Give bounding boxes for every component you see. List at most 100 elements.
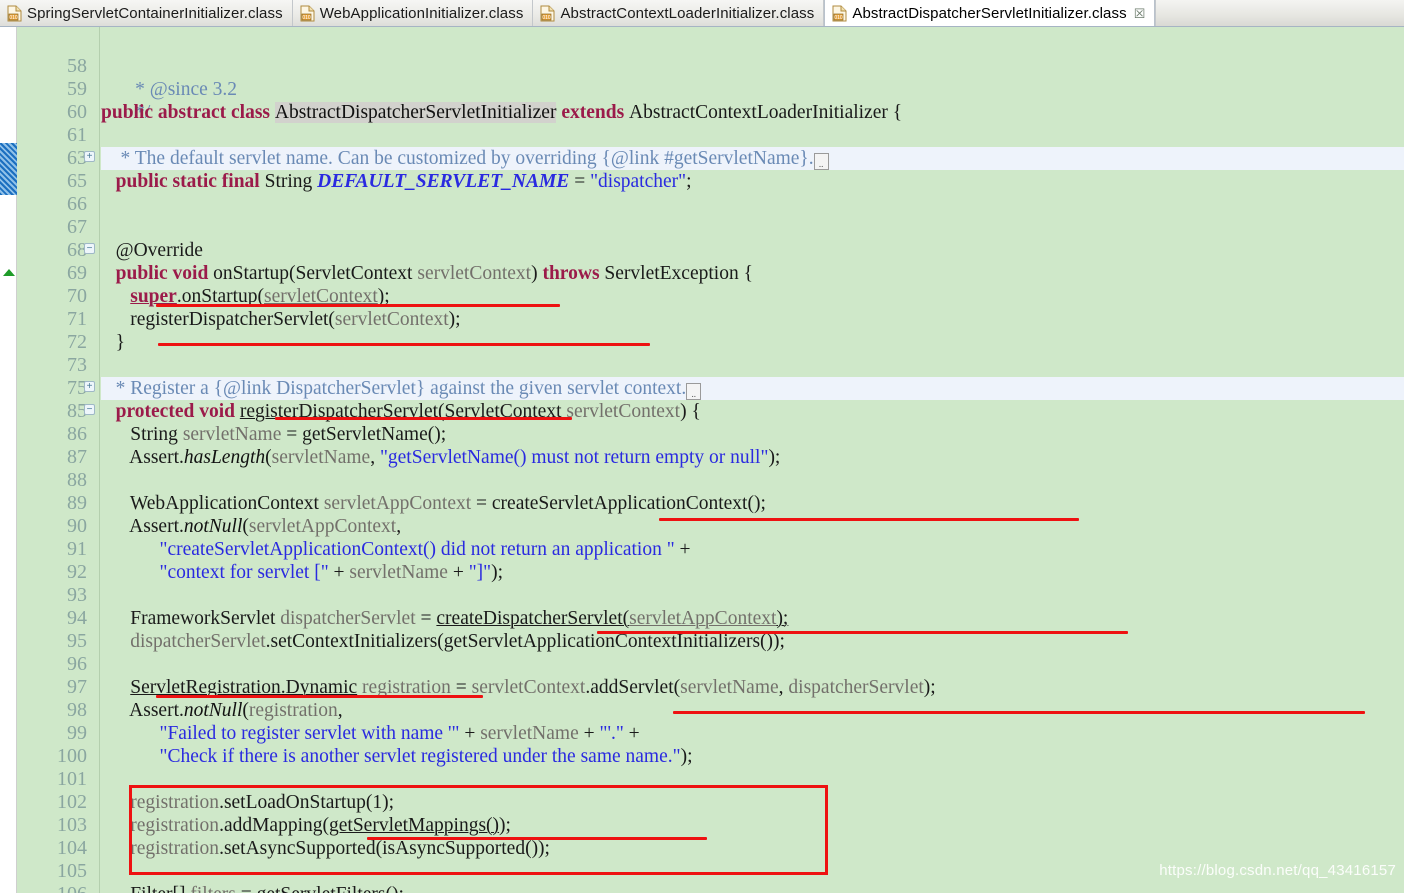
collapsed-fold-box[interactable]: ..	[686, 383, 702, 400]
super-class-name: AbstractContextLoaderInitializer	[629, 102, 888, 123]
code-line-on-startup-signature: public void onStartup(ServletContext ser…	[101, 263, 753, 284]
tab-abstract-context-loader-initializer[interactable]: 010 AbstractContextLoaderInitializer.cla…	[533, 0, 825, 26]
annotation-underline-servlet-registration-dyn	[156, 695, 483, 698]
line-number-gutter: 58 59 60 61 63 65 66 67 68 69 70 71 72 7…	[18, 27, 100, 893]
class-file-icon: 010	[832, 5, 847, 22]
line-number: 97	[67, 676, 87, 698]
line-number: 58	[67, 55, 87, 77]
fold-collapse-icon[interactable]: −	[84, 243, 95, 254]
line-number: 60	[67, 101, 87, 123]
editor-marker-bar[interactable]	[0, 27, 17, 893]
tab-bar-filler	[1155, 0, 1404, 26]
code-line-register-dispatcher-servlet-call: registerDispatcherServlet(servletContext…	[101, 309, 461, 330]
svg-text:010: 010	[543, 15, 552, 21]
code-text-area[interactable]: * @since 3.2 */ public abstract class Ab…	[101, 27, 1404, 893]
line-number: 101	[57, 768, 87, 790]
line-number: 86	[67, 423, 87, 445]
collapsed-fold-box[interactable]: ..	[813, 153, 829, 170]
code-line-message-part-2: "context for servlet [" + servletName + …	[159, 562, 504, 583]
line-number: 102	[57, 791, 87, 813]
line-number: 95	[67, 630, 87, 652]
tab-abstract-dispatcher-servlet-initializer[interactable]: 010 AbstractDispatcherServletInitializer…	[824, 0, 1156, 26]
line-number: 73	[67, 354, 87, 376]
tab-label: SpringServletContainerInitializer.class	[27, 5, 283, 22]
code-line-servlet-name: String servletName = getServletName();	[101, 424, 447, 445]
code-line-set-load-on-startup: registration.setLoadOnStartup(1);	[130, 792, 394, 813]
line-number: 59	[67, 78, 87, 100]
line-number: 66	[67, 193, 87, 215]
code-line: * @since 3.2	[101, 55, 1404, 100]
tab-label: AbstractContextLoaderInitializer.class	[560, 5, 815, 22]
line-number: 103	[57, 814, 87, 836]
line-number: 89	[67, 492, 87, 514]
fold-collapse-icon[interactable]: −	[84, 404, 95, 415]
line-number: 92	[67, 561, 87, 583]
class-file-icon: 010	[7, 5, 22, 22]
annotation-underline-super-onstartup	[156, 304, 560, 307]
fold-expand-icon[interactable]: +	[84, 151, 95, 162]
line-number: 106	[57, 883, 87, 893]
code-line-text: * Register a {@link DispatcherServlet} a…	[101, 378, 687, 399]
line-number: 91	[67, 538, 87, 560]
svg-text:010: 010	[9, 15, 18, 21]
line-number: 94	[67, 607, 87, 629]
line-number: 65	[67, 170, 87, 192]
tab-label: AbstractDispatcherServletInitializer.cla…	[852, 5, 1127, 22]
svg-text:010: 010	[835, 15, 844, 21]
line-number: 67	[67, 216, 87, 238]
fold-expand-icon[interactable]: +	[84, 381, 95, 392]
line-number: 87	[67, 446, 87, 468]
code-line-folded-javadoc: * Register a {@link DispatcherServlet} a…	[101, 377, 1404, 400]
annotation-underline-add-servlet-call	[673, 711, 1365, 714]
code-line-text: @Override	[101, 240, 203, 261]
code-line-message-part-4: "Check if there is another servlet regis…	[159, 746, 693, 767]
code-line-override-annotation: @Override	[101, 239, 1404, 262]
code-line-message-part-3: "Failed to register servlet with name '"…	[159, 723, 640, 744]
tab-spring-servlet-container-initializer[interactable]: 010 SpringServletContainerInitializer.cl…	[0, 0, 293, 26]
line-number: 88	[67, 469, 87, 491]
annotation-underline-register-dispatcher-def	[275, 417, 572, 420]
line-number: 104	[57, 837, 87, 859]
tab-label: WebApplicationInitializer.class	[319, 5, 524, 22]
code-line-get-servlet-filters: Filter[] filters = getServletFilters();	[101, 883, 1404, 893]
class-file-icon: 010	[540, 5, 555, 22]
tab-web-application-initializer[interactable]: 010 WebApplicationInitializer.class	[292, 0, 534, 26]
line-number: 70	[67, 285, 87, 307]
line-number: 90	[67, 515, 87, 537]
annotation-underline-create-servlet-app-ctx	[659, 518, 1079, 521]
code-line-message-part-1: "createServletApplicationContext() did n…	[159, 539, 691, 560]
annotation-underline-get-servlet-mappings	[367, 837, 707, 840]
line-number: 69	[67, 262, 87, 284]
line-number: 71	[67, 308, 87, 330]
code-editor[interactable]: 58 59 60 61 63 65 66 67 68 69 70 71 72 7…	[0, 27, 1404, 893]
line-number: 96	[67, 653, 87, 675]
line-number: 99	[67, 722, 87, 744]
code-line-create-dispatcher-servlet: FrameworkServlet dispatcherServlet = cre…	[101, 608, 789, 629]
line-number: 72	[67, 331, 87, 353]
annotation-underline-register-dispatcher-call	[158, 343, 650, 346]
editor-tab-bar: 010 SpringServletContainerInitializer.cl…	[0, 0, 1404, 27]
watermark-text: https://blog.csdn.net/qq_43416157	[1159, 862, 1396, 879]
annotation-underline-create-dispatcher-servlet	[597, 631, 1128, 634]
code-line-default-servlet-name: public static final String DEFAULT_SERVL…	[101, 171, 692, 192]
line-number: 98	[67, 699, 87, 721]
close-icon[interactable]: ☒	[1134, 7, 1146, 20]
code-line-class-declaration: public abstract class AbstractDispatcher…	[101, 102, 903, 123]
line-number: 61	[67, 124, 87, 146]
code-line-create-servlet-application-context: WebApplicationContext servletAppContext …	[101, 493, 766, 514]
line-number: 100	[57, 745, 87, 767]
class-file-icon: 010	[300, 5, 315, 22]
line-number: 105	[57, 860, 87, 882]
class-name-occurrence: AbstractDispatcherServletInitializer	[274, 102, 557, 123]
code-line-assert-has-length: Assert.hasLength(servletName, "getServle…	[101, 447, 781, 468]
line-number: 93	[67, 584, 87, 606]
overview-up-arrow-marker	[3, 269, 15, 276]
code-line-set-async-supported: registration.setAsyncSupported(isAsyncSu…	[130, 838, 550, 859]
